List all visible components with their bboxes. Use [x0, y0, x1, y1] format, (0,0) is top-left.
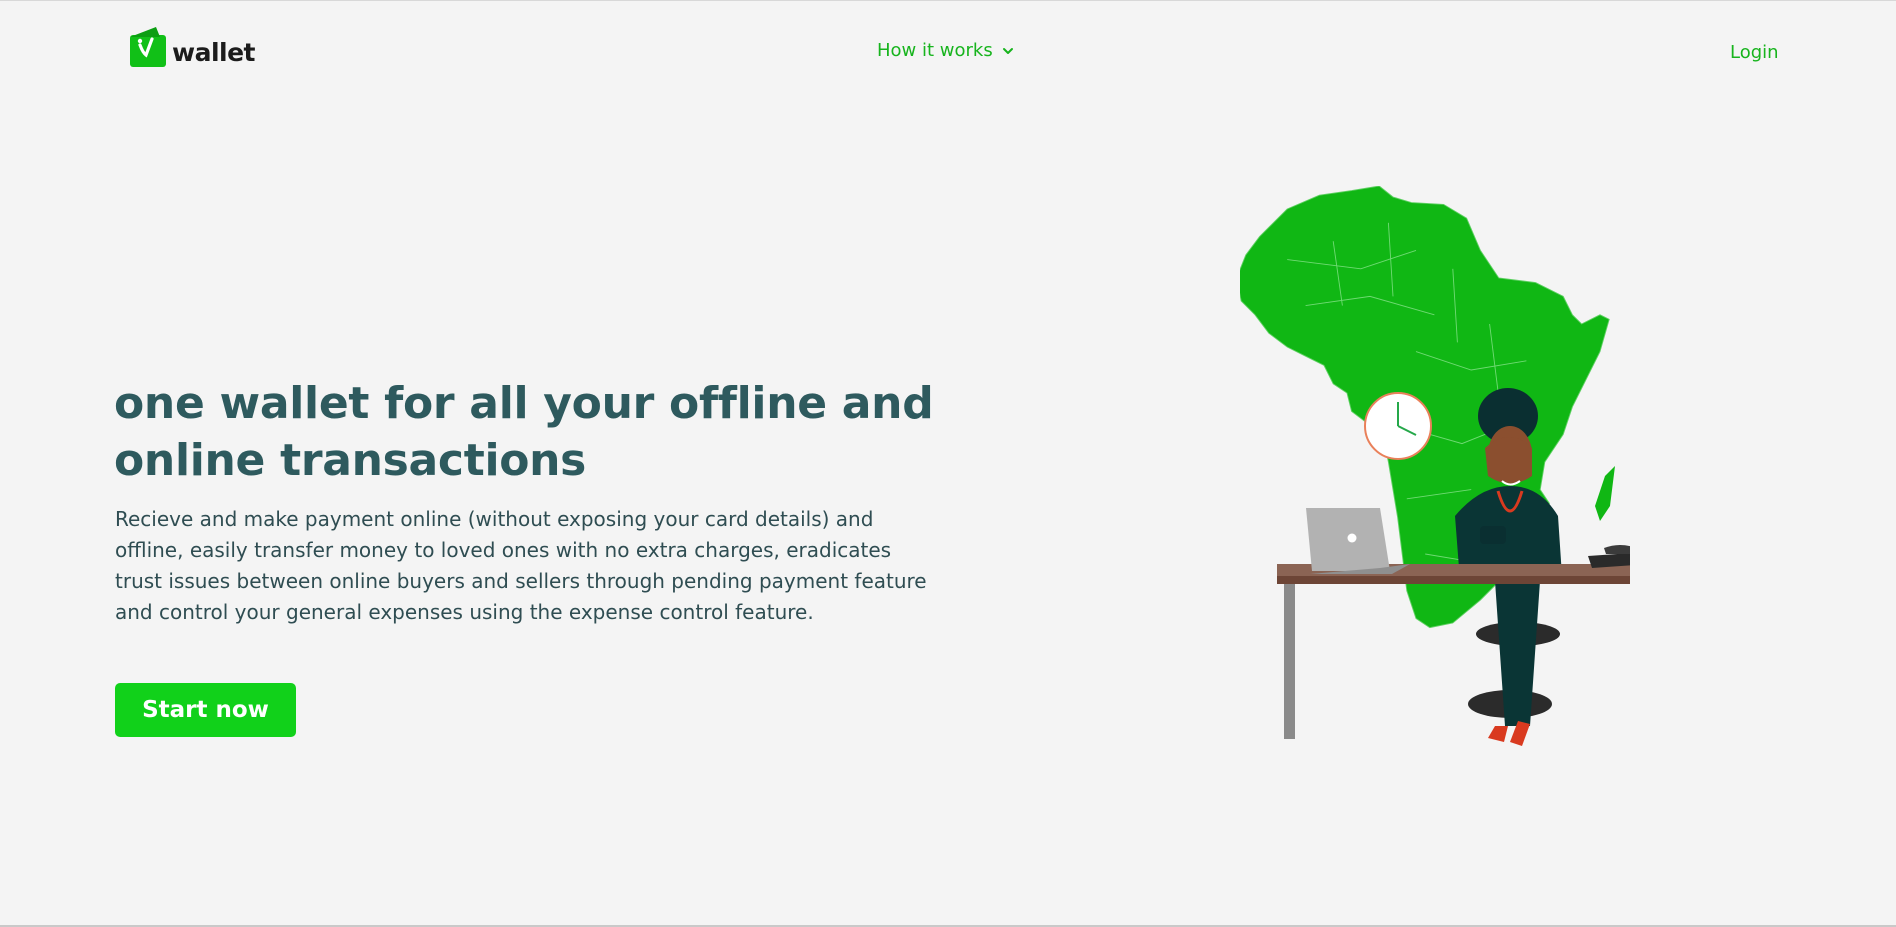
hero-description: Recieve and make payment online (without…	[115, 507, 927, 624]
desk-phone-icon	[1588, 545, 1630, 568]
desk-leg-left	[1284, 584, 1295, 739]
wall-clock-icon	[1364, 392, 1432, 460]
start-now-button[interactable]: Start now	[115, 683, 296, 737]
nav-how-it-works[interactable]: How it works	[877, 40, 1014, 61]
logo[interactable]: wallet	[128, 25, 256, 69]
login-link[interactable]: Login	[1730, 42, 1779, 63]
hero-illustration	[1240, 186, 1630, 746]
hero-title: one wallet for all your offline and onli…	[114, 378, 934, 486]
wallet-logo-icon	[130, 27, 166, 67]
chevron-down-icon	[1002, 48, 1013, 54]
nav-how-it-works-label: How it works	[877, 40, 993, 61]
logo-text: wallet	[172, 37, 256, 67]
landing-page: wallet How it works Login one wallet for…	[0, 0, 1896, 927]
madagascar	[1595, 466, 1615, 521]
